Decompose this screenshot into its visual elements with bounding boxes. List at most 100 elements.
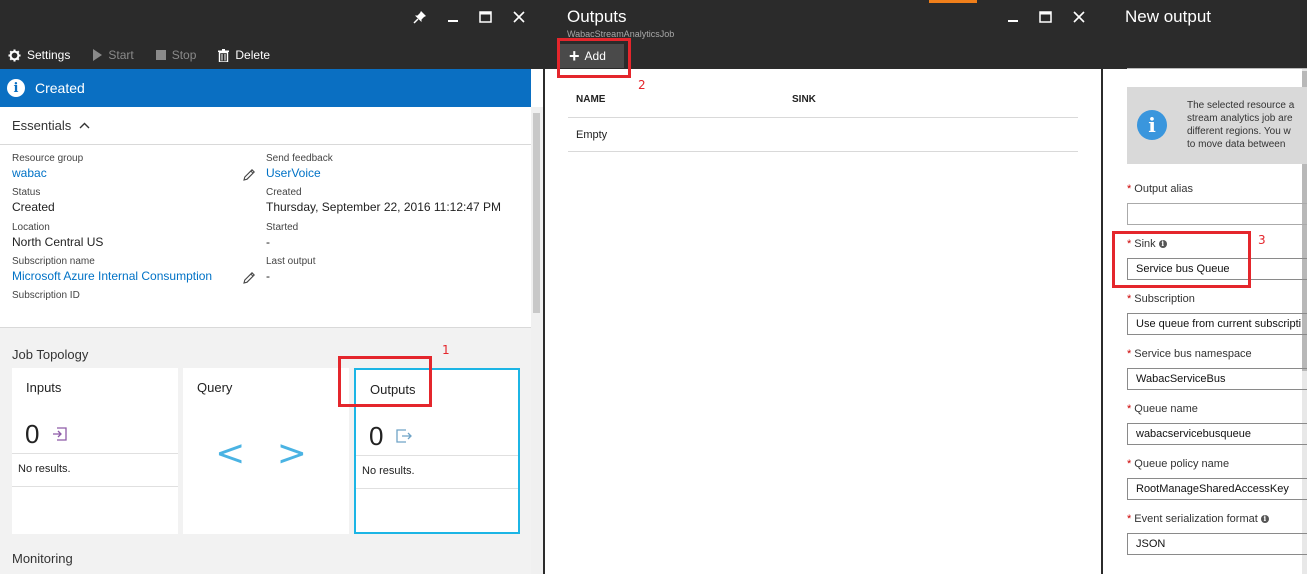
column-name[interactable]: NAME bbox=[576, 94, 605, 105]
info-icon: i bbox=[1137, 110, 1167, 140]
region-warning-text: The selected resource a stream analytics… bbox=[1187, 99, 1307, 151]
service-bus-namespace-select[interactable]: WabacServiceBus bbox=[1127, 368, 1307, 390]
subscription-select[interactable]: Use queue from current subscripti bbox=[1127, 313, 1307, 335]
created-label: Created bbox=[266, 187, 302, 198]
essentials-toggle[interactable]: Essentials bbox=[0, 107, 531, 145]
code-brackets-icon: < > bbox=[215, 433, 317, 474]
pin-icon[interactable] bbox=[403, 6, 436, 28]
warning-line: stream analytics job are bbox=[1187, 113, 1293, 124]
settings-button[interactable]: Settings bbox=[8, 48, 70, 62]
resource-group-field: Resource group wabac bbox=[12, 153, 83, 181]
portal-screen: Settings Start Stop Delete i Created Ess… bbox=[0, 0, 1307, 574]
job-window-controls bbox=[403, 6, 535, 28]
annotation-step-1: 1 bbox=[442, 343, 450, 357]
delete-label: Delete bbox=[235, 48, 271, 62]
queue-policy-select[interactable]: RootManageSharedAccessKey bbox=[1127, 478, 1307, 500]
location-label: Location bbox=[12, 222, 50, 233]
maximize-icon[interactable] bbox=[469, 6, 502, 28]
status-value: Created bbox=[12, 200, 55, 214]
service-bus-namespace-label: Service bus namespace bbox=[1134, 348, 1252, 360]
annotation-box-outputs bbox=[338, 356, 432, 407]
status-bar: i Created bbox=[0, 69, 531, 107]
inputs-result: No results. bbox=[18, 463, 71, 475]
job-blade: Settings Start Stop Delete i Created Ess… bbox=[0, 0, 543, 574]
job-blade-header: Settings Start Stop Delete bbox=[0, 0, 543, 69]
annotation-step-2: 2 bbox=[638, 78, 646, 92]
inputs-tile[interactable]: Inputs 0 No results. bbox=[12, 368, 178, 534]
warning-line: to move data between bbox=[1187, 139, 1286, 150]
query-tile[interactable]: Query < > bbox=[183, 368, 349, 534]
job-scrollbar[interactable] bbox=[531, 107, 543, 574]
essentials-label: Essentials bbox=[12, 118, 72, 133]
job-command-bar: Settings Start Stop Delete bbox=[0, 44, 284, 66]
outputs-table: NAME SINK Empty bbox=[568, 87, 1078, 152]
last-output-field: Last output - bbox=[266, 256, 315, 284]
queue-name-select[interactable]: wabacservicebusqueue bbox=[1127, 423, 1307, 445]
output-alias-field: * Output alias bbox=[1127, 183, 1307, 225]
outputs-window-controls bbox=[996, 6, 1095, 28]
warning-line: different regions. You w bbox=[1187, 126, 1291, 137]
start-button[interactable]: Start bbox=[92, 48, 134, 62]
status-field: Status Created bbox=[12, 187, 55, 215]
location-value: North Central US bbox=[12, 235, 104, 249]
stop-button[interactable]: Stop bbox=[155, 48, 196, 62]
start-label: Start bbox=[108, 48, 134, 62]
event-serialization-label: Event serialization format bbox=[1134, 513, 1258, 525]
delete-button[interactable]: Delete bbox=[218, 48, 270, 62]
minimize-icon[interactable] bbox=[996, 6, 1029, 28]
event-serialization-select[interactable]: JSON bbox=[1127, 533, 1307, 555]
location-field: Location North Central US bbox=[12, 222, 103, 250]
annotation-box-add bbox=[557, 38, 631, 78]
queue-policy-label: Queue policy name bbox=[1134, 458, 1230, 470]
subscription-id-field: Subscription ID bbox=[12, 290, 80, 302]
resource-group-link[interactable]: wabac bbox=[12, 165, 83, 181]
edit-resource-group-icon[interactable] bbox=[242, 168, 256, 182]
outputs-count: 0 bbox=[369, 421, 384, 451]
uservoice-link[interactable]: UserVoice bbox=[266, 165, 333, 181]
essentials-panel: Resource group wabac Status Created Loca… bbox=[0, 146, 531, 326]
stop-icon bbox=[155, 50, 166, 60]
inputs-count: 0 bbox=[25, 419, 40, 449]
started-value: - bbox=[266, 235, 270, 249]
annotation-box-sink bbox=[1112, 231, 1251, 288]
outputs-blade: Outputs WabacStreamAnalyticsJob + Add NA… bbox=[545, 0, 1101, 574]
event-serialization-info-icon[interactable]: i bbox=[1260, 515, 1269, 524]
region-warning-box: i The selected resource a stream analyti… bbox=[1127, 87, 1307, 164]
subscription-name-label: Subscription name bbox=[12, 256, 95, 267]
created-field: Created Thursday, September 22, 2016 11:… bbox=[266, 187, 501, 215]
active-indicator bbox=[929, 0, 977, 3]
settings-label: Settings bbox=[27, 48, 71, 62]
started-label: Started bbox=[266, 222, 299, 233]
edit-subscription-icon[interactable] bbox=[242, 271, 256, 285]
column-sink[interactable]: SINK bbox=[792, 94, 816, 105]
subscription-field: * Subscription Use queue from current sub… bbox=[1127, 293, 1307, 335]
send-feedback-label: Send feedback bbox=[266, 153, 333, 164]
subscription-name-link[interactable]: Microsoft Azure Internal Consumption bbox=[12, 268, 212, 284]
send-feedback-field: Send feedback UserVoice bbox=[266, 153, 333, 181]
input-icon bbox=[53, 427, 67, 441]
empty-text: Empty bbox=[576, 129, 608, 141]
close-icon[interactable] bbox=[502, 6, 535, 28]
last-output-label: Last output bbox=[266, 256, 316, 267]
last-output-value: - bbox=[266, 269, 270, 283]
close-icon[interactable] bbox=[1062, 6, 1095, 28]
output-alias-label: Output alias bbox=[1134, 183, 1193, 195]
started-field: Started - bbox=[266, 222, 298, 250]
info-icon: i bbox=[7, 79, 25, 97]
event-serialization-field: * Event serialization format i JSON bbox=[1127, 513, 1307, 555]
output-icon bbox=[396, 429, 412, 443]
chevron-up-icon bbox=[79, 122, 90, 129]
annotation-step-3: 3 bbox=[1258, 233, 1266, 247]
job-topology-section: Job Topology Inputs 0 No results. Query … bbox=[0, 327, 531, 574]
new-output-blade-header: New output bbox=[1103, 0, 1307, 69]
warning-line: The selected resource a bbox=[1187, 100, 1295, 111]
maximize-icon[interactable] bbox=[1029, 6, 1062, 28]
service-bus-namespace-field: * Service bus namespace WabacServiceBus bbox=[1127, 348, 1307, 390]
play-icon bbox=[93, 49, 103, 61]
queue-name-field: * Queue name wabacservicebusqueue bbox=[1127, 403, 1307, 445]
outputs-result: No results. bbox=[362, 465, 415, 477]
new-output-title: New output bbox=[1125, 7, 1211, 26]
output-alias-input[interactable] bbox=[1127, 203, 1307, 225]
minimize-icon[interactable] bbox=[436, 6, 469, 28]
created-value: Thursday, September 22, 2016 11:12:47 PM bbox=[266, 200, 502, 214]
